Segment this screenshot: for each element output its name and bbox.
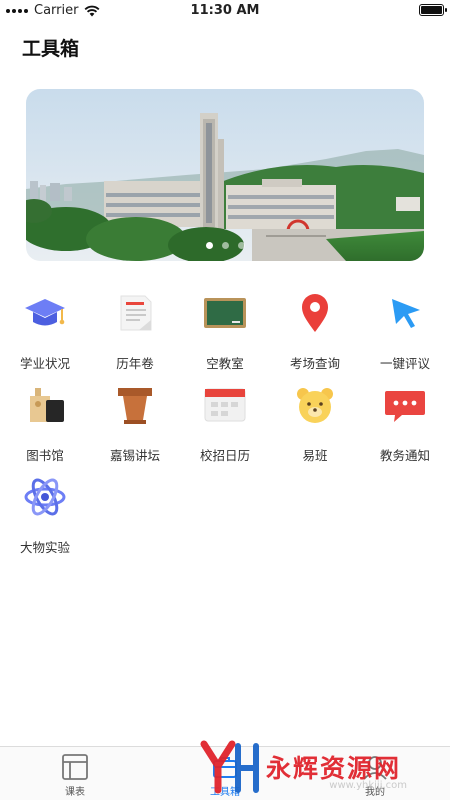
tool-yiban[interactable]: 易班 bbox=[270, 376, 360, 468]
status-time: 11:30 AM bbox=[190, 3, 260, 18]
library-books-icon bbox=[30, 388, 64, 422]
tool-academic-notice[interactable]: 教务通知 bbox=[360, 376, 450, 468]
carousel-dots bbox=[26, 242, 424, 249]
carousel-dot[interactable] bbox=[205, 242, 213, 249]
tool-exam-room-query[interactable]: 考场查询 bbox=[270, 284, 360, 376]
campus-photo bbox=[26, 89, 424, 261]
cursor-arrow-icon bbox=[392, 299, 420, 328]
tool-label: 图书馆 bbox=[26, 448, 64, 463]
podium-icon bbox=[118, 388, 152, 424]
document-icon bbox=[120, 295, 152, 331]
atom-icon bbox=[24, 478, 66, 516]
timetable-icon bbox=[62, 754, 88, 780]
tool-label: 大物实验 bbox=[19, 540, 70, 555]
tool-academic-status[interactable]: 学业状况 bbox=[0, 284, 90, 376]
tool-jiaxi-forum[interactable]: 嘉锡讲坛 bbox=[90, 376, 180, 468]
tool-label: 教务通知 bbox=[379, 448, 430, 463]
battery-fill bbox=[421, 6, 442, 14]
tool-library[interactable]: 图书馆 bbox=[0, 376, 90, 468]
tab-label: 课表 bbox=[65, 787, 85, 798]
carousel-dot[interactable] bbox=[221, 242, 229, 249]
graduation-cap-icon bbox=[25, 299, 65, 326]
tool-past-exams[interactable]: 历年卷 bbox=[90, 284, 180, 376]
bear-icon bbox=[297, 388, 333, 423]
tool-one-click-review[interactable]: 一键评议 bbox=[360, 284, 450, 376]
tool-label: 校招日历 bbox=[199, 448, 250, 463]
battery-icon bbox=[419, 4, 447, 16]
carousel-dot[interactable] bbox=[237, 242, 245, 249]
tool-physics-experiment[interactable]: 大物实验 bbox=[0, 468, 90, 560]
tool-label: 历年卷 bbox=[116, 356, 154, 371]
page-title: 工具箱 bbox=[22, 38, 80, 60]
status-bar: Carrier 11:30 AM bbox=[0, 0, 450, 24]
tool-label: 一键评议 bbox=[379, 356, 430, 371]
watermark: 永辉资源网 www.yhkjjj.com bbox=[198, 740, 407, 796]
blackboard-icon bbox=[204, 298, 246, 328]
tool-campus-recruit-calendar[interactable]: 校招日历 bbox=[180, 376, 270, 468]
watermark-url: www.yhkjjj.com bbox=[329, 780, 408, 791]
message-icon bbox=[385, 391, 425, 422]
tab-timetable[interactable]: 课表 bbox=[0, 753, 150, 798]
tool-label: 学业状况 bbox=[19, 356, 70, 371]
watermark-logo bbox=[200, 740, 259, 794]
tool-empty-classroom[interactable]: 空教室 bbox=[180, 284, 270, 376]
tool-label: 空教室 bbox=[206, 356, 244, 371]
watermark-text: 永辉资源网 bbox=[266, 753, 402, 783]
tool-label: 嘉锡讲坛 bbox=[109, 448, 160, 463]
banner-carousel[interactable] bbox=[26, 89, 424, 261]
calendar-icon bbox=[204, 388, 246, 422]
location-pin-icon bbox=[302, 294, 328, 332]
tool-label: 易班 bbox=[302, 448, 328, 463]
status-right bbox=[419, 4, 447, 16]
tool-label: 考场查询 bbox=[289, 356, 340, 371]
